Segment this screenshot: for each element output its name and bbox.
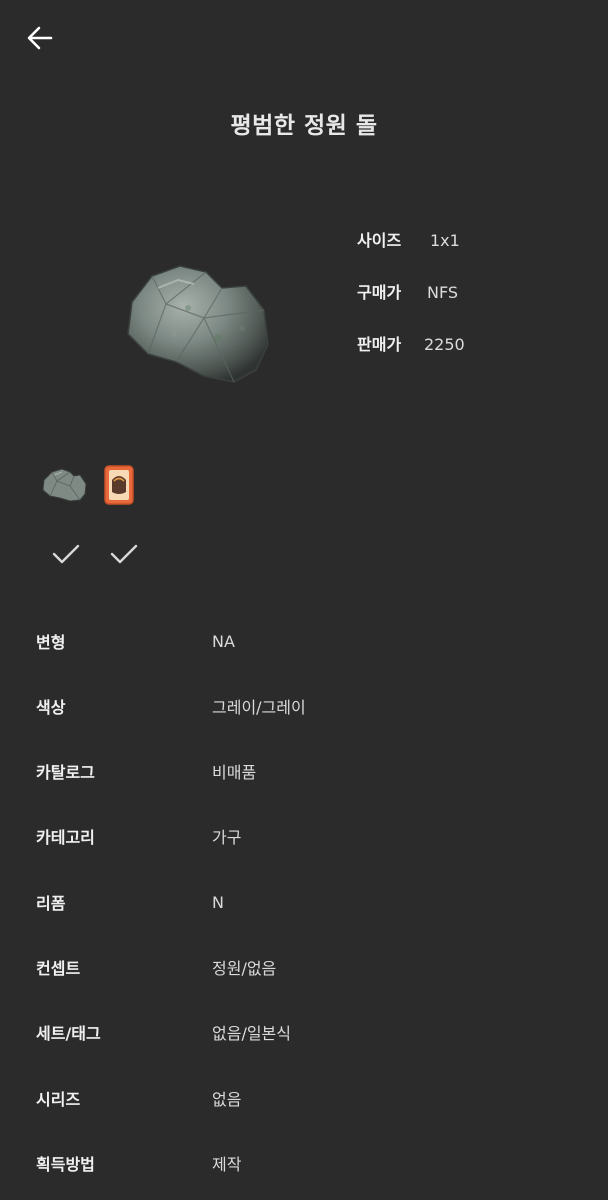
spec-value: 2250 [424,335,465,354]
detail-value: 가구 [212,828,242,847]
detail-label: 색상 [36,698,66,717]
detail-row-set-tag: 세트/태그 없음/일본식 [36,1020,576,1044]
detail-row-series: 시리즈 없음 [36,1086,576,1110]
garden-rock-image [118,258,274,390]
detail-label: 획득방법 [36,1155,95,1174]
detail-label: 리폼 [36,894,66,913]
diy-recipe-card-icon[interactable] [103,464,135,506]
spec-value: 1x1 [430,231,460,250]
detail-row-variant: 변형 NA [36,629,576,653]
detail-row-reform: 리폼 N [36,890,576,914]
detail-value: 정원/없음 [212,959,277,978]
spec-size: 사이즈 1x1 [357,227,460,251]
spec-sell-price: 판매가 2250 [357,331,465,355]
detail-label: 시리즈 [36,1090,81,1109]
detail-value: NA [212,631,235,651]
detail-value: N [212,892,224,912]
check-icon [109,542,139,566]
detail-value: 비매품 [212,763,257,782]
rock-thumbnail[interactable] [40,466,88,504]
detail-row-concept: 컨셉트 정원/없음 [36,955,576,979]
spec-value: NFS [427,283,459,302]
spec-buy-price: 구매가 NFS [357,279,458,303]
check-icon [51,542,81,566]
detail-value: 없음 [212,1090,242,1109]
arrow-left-icon [27,26,53,50]
detail-row-obtain-method: 획득방법 제작 [36,1151,576,1175]
spec-label: 판매가 [357,335,402,354]
detail-row-color: 색상 그레이/그레이 [36,694,576,718]
page-title: 평범한 정원 돌 [230,113,378,139]
detail-label: 변형 [36,633,66,652]
detail-label: 카탈로그 [36,763,95,782]
detail-row-category: 카테고리 가구 [36,824,576,848]
spec-label: 사이즈 [357,231,402,250]
detail-value: 그레이/그레이 [212,698,306,717]
back-button[interactable] [20,18,60,58]
detail-label: 컨셉트 [36,959,81,978]
detail-value: 제작 [212,1155,242,1174]
detail-label: 카테고리 [36,828,95,847]
detail-row-catalog: 카탈로그 비매품 [36,759,576,783]
detail-value: 없음/일본식 [212,1024,291,1043]
detail-label: 세트/태그 [36,1024,101,1043]
spec-label: 구매가 [357,283,402,302]
